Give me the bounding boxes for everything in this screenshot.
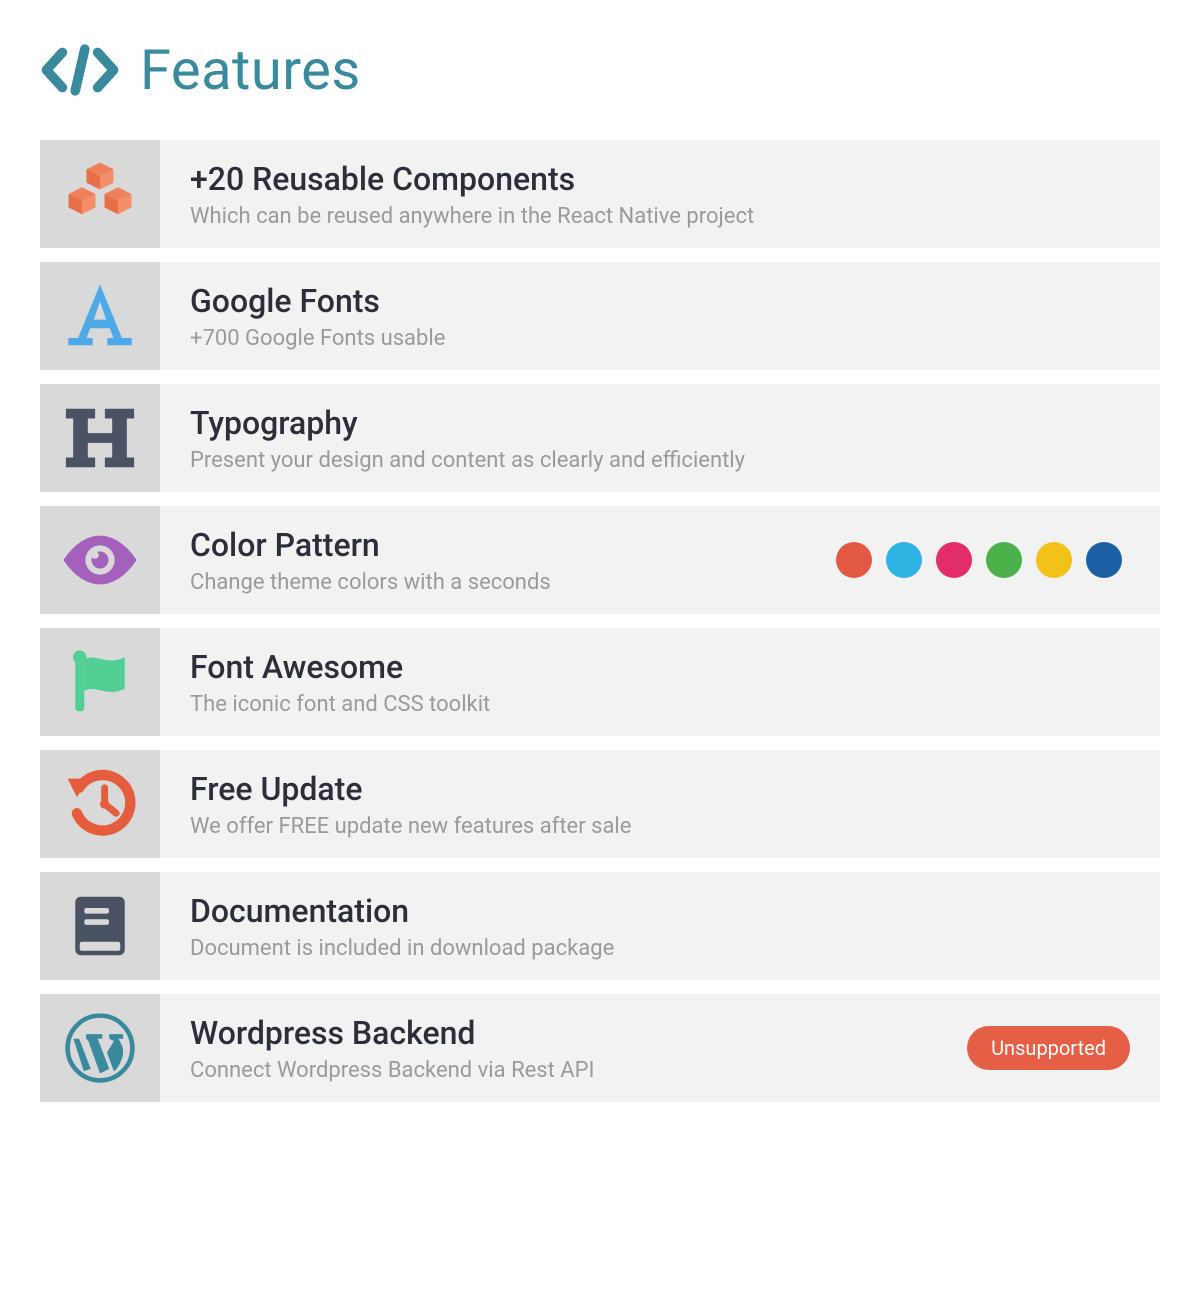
feature-title: Google Fonts bbox=[190, 282, 1130, 320]
feature-row: Font Awesome The iconic font and CSS too… bbox=[40, 628, 1160, 736]
feature-body: Documentation Document is included in do… bbox=[160, 872, 1160, 980]
feature-title: +20 Reusable Components bbox=[190, 160, 1130, 198]
feature-title: Wordpress Backend bbox=[190, 1014, 967, 1052]
feature-title: Color Pattern bbox=[190, 526, 836, 564]
code-icon bbox=[40, 30, 120, 110]
feature-desc: Document is included in download package bbox=[190, 936, 1130, 961]
feature-row: Google Fonts +700 Google Fonts usable bbox=[40, 262, 1160, 370]
wordpress-icon bbox=[40, 994, 160, 1102]
feature-title: Free Update bbox=[190, 770, 1130, 808]
book-icon bbox=[40, 872, 160, 980]
feature-desc: Change theme colors with a seconds bbox=[190, 570, 836, 595]
swatch bbox=[936, 542, 972, 578]
feature-row: Typography Present your design and conte… bbox=[40, 384, 1160, 492]
swatch bbox=[1036, 542, 1072, 578]
feature-desc: The iconic font and CSS toolkit bbox=[190, 692, 1130, 717]
color-swatches bbox=[836, 542, 1122, 578]
page-header: Features bbox=[40, 30, 1160, 110]
feature-title: Typography bbox=[190, 404, 1130, 442]
feature-row: +20 Reusable Components Which can be reu… bbox=[40, 140, 1160, 248]
font-a-icon bbox=[40, 262, 160, 370]
feature-desc: Connect Wordpress Backend via Rest API bbox=[190, 1058, 967, 1083]
cubes-icon bbox=[40, 140, 160, 248]
feature-row: Free Update We offer FREE update new fea… bbox=[40, 750, 1160, 858]
feature-desc: Which can be reused anywhere in the Reac… bbox=[190, 204, 1130, 229]
eye-icon bbox=[40, 506, 160, 614]
feature-desc: +700 Google Fonts usable bbox=[190, 326, 1130, 351]
feature-body: Google Fonts +700 Google Fonts usable bbox=[160, 262, 1160, 370]
history-icon bbox=[40, 750, 160, 858]
heading-h-icon bbox=[40, 384, 160, 492]
unsupported-badge: Unsupported bbox=[967, 1026, 1130, 1070]
flag-icon bbox=[40, 628, 160, 736]
feature-body: Wordpress Backend Connect Wordpress Back… bbox=[160, 994, 1160, 1102]
swatch bbox=[836, 542, 872, 578]
feature-desc: Present your design and content as clear… bbox=[190, 448, 1130, 473]
feature-row: Wordpress Backend Connect Wordpress Back… bbox=[40, 994, 1160, 1102]
feature-row: Color Pattern Change theme colors with a… bbox=[40, 506, 1160, 614]
feature-body: Color Pattern Change theme colors with a… bbox=[160, 506, 1160, 614]
feature-row: Documentation Document is included in do… bbox=[40, 872, 1160, 980]
feature-desc: We offer FREE update new features after … bbox=[190, 814, 1130, 839]
feature-body: Typography Present your design and conte… bbox=[160, 384, 1160, 492]
swatch bbox=[986, 542, 1022, 578]
feature-body: Font Awesome The iconic font and CSS too… bbox=[160, 628, 1160, 736]
feature-title: Font Awesome bbox=[190, 648, 1130, 686]
feature-title: Documentation bbox=[190, 892, 1130, 930]
swatch bbox=[1086, 542, 1122, 578]
feature-body: +20 Reusable Components Which can be reu… bbox=[160, 140, 1160, 248]
page-title: Features bbox=[140, 37, 361, 103]
swatch bbox=[886, 542, 922, 578]
feature-body: Free Update We offer FREE update new fea… bbox=[160, 750, 1160, 858]
